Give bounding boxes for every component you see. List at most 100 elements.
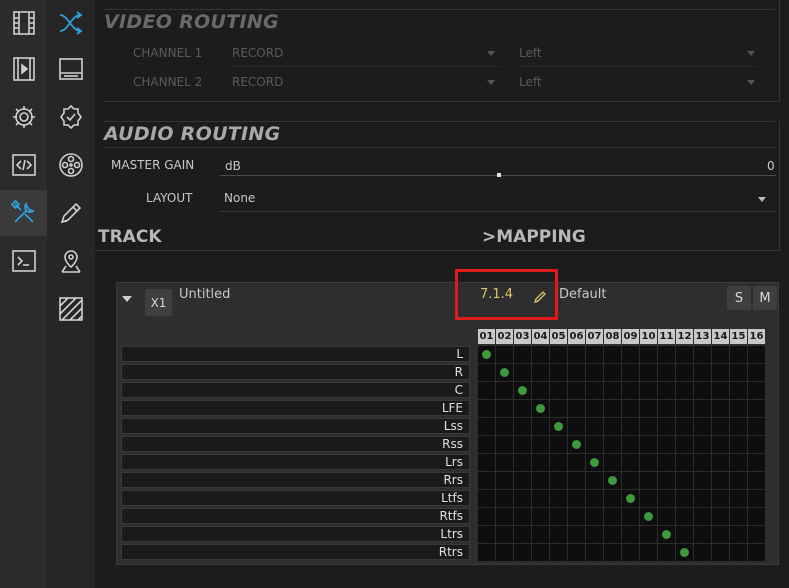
mapping-dot[interactable] bbox=[644, 512, 653, 521]
chevron-down-icon[interactable] bbox=[758, 197, 766, 202]
mapping-cell[interactable] bbox=[640, 364, 658, 382]
mapping-cell[interactable] bbox=[550, 382, 568, 400]
mapping-cell[interactable] bbox=[730, 346, 748, 364]
mapping-cell[interactable] bbox=[640, 472, 658, 490]
solo-button[interactable]: S bbox=[727, 286, 751, 310]
mapping-cell[interactable] bbox=[568, 508, 586, 526]
hatch-icon[interactable] bbox=[47, 286, 95, 332]
mapping-cell[interactable] bbox=[532, 418, 550, 436]
mapping-cell[interactable] bbox=[694, 454, 712, 472]
mapping-cell[interactable] bbox=[658, 400, 676, 418]
mapping-cell[interactable] bbox=[712, 436, 730, 454]
mapping-cell[interactable] bbox=[712, 508, 730, 526]
mapping-cell[interactable] bbox=[586, 346, 604, 364]
slider-handle[interactable] bbox=[497, 173, 501, 177]
mapping-cell[interactable] bbox=[694, 436, 712, 454]
channel-1-side-select[interactable]: Left bbox=[519, 46, 542, 60]
mapping-cell[interactable] bbox=[676, 400, 694, 418]
mapping-cell[interactable] bbox=[694, 364, 712, 382]
mapping-cell[interactable] bbox=[712, 346, 730, 364]
pen-icon[interactable] bbox=[47, 190, 95, 236]
track-name[interactable]: Untitled bbox=[179, 287, 230, 302]
mapping-cell[interactable] bbox=[532, 364, 550, 382]
mapping-cell[interactable] bbox=[730, 490, 748, 508]
mapping-cell[interactable] bbox=[676, 472, 694, 490]
mapping-cell[interactable] bbox=[568, 382, 586, 400]
mapping-cell[interactable] bbox=[568, 364, 586, 382]
mapping-cell[interactable] bbox=[676, 454, 694, 472]
mapping-cell[interactable] bbox=[658, 544, 676, 562]
mapping-cell[interactable] bbox=[550, 454, 568, 472]
mapping-cell[interactable] bbox=[730, 526, 748, 544]
mapping-cell[interactable] bbox=[748, 490, 766, 508]
mapping-dot[interactable] bbox=[482, 350, 491, 359]
mapping-cell[interactable] bbox=[604, 436, 622, 454]
mapping-cell[interactable] bbox=[622, 418, 640, 436]
terminal-icon[interactable] bbox=[0, 238, 47, 284]
mapping-cell[interactable] bbox=[550, 508, 568, 526]
track-preset[interactable]: Default bbox=[559, 287, 607, 302]
mapping-cell[interactable] bbox=[604, 418, 622, 436]
mapping-cell[interactable] bbox=[730, 400, 748, 418]
film-strip-icon[interactable] bbox=[0, 0, 47, 46]
mapping-cell[interactable] bbox=[748, 454, 766, 472]
mapping-cell[interactable] bbox=[748, 472, 766, 490]
mapping-cell[interactable] bbox=[532, 436, 550, 454]
mapping-cell[interactable] bbox=[622, 346, 640, 364]
mapping-cell[interactable] bbox=[622, 436, 640, 454]
mapping-cell[interactable] bbox=[478, 400, 496, 418]
mapping-cell[interactable] bbox=[496, 382, 514, 400]
mapping-cell[interactable] bbox=[622, 364, 640, 382]
mapping-cell[interactable] bbox=[604, 400, 622, 418]
mapping-cell[interactable] bbox=[532, 544, 550, 562]
video-play-icon[interactable] bbox=[0, 46, 47, 92]
mapping-cell[interactable] bbox=[658, 418, 676, 436]
mapping-cell[interactable] bbox=[586, 400, 604, 418]
mapping-cell[interactable] bbox=[550, 472, 568, 490]
map-pin-icon[interactable] bbox=[47, 238, 95, 284]
mapping-cell[interactable] bbox=[622, 526, 640, 544]
mapping-cell[interactable] bbox=[676, 346, 694, 364]
mapping-cell[interactable] bbox=[586, 436, 604, 454]
mapping-dot[interactable] bbox=[536, 404, 545, 413]
mapping-cell[interactable] bbox=[514, 544, 532, 562]
mapping-cell[interactable] bbox=[712, 490, 730, 508]
mapping-cell[interactable] bbox=[514, 526, 532, 544]
mapping-cell[interactable] bbox=[586, 472, 604, 490]
mapping-cell[interactable] bbox=[748, 346, 766, 364]
mapping-cell[interactable] bbox=[730, 382, 748, 400]
mapping-cell[interactable] bbox=[478, 364, 496, 382]
mapping-cell[interactable] bbox=[748, 526, 766, 544]
mapping-cell[interactable] bbox=[568, 490, 586, 508]
mapping-cell[interactable] bbox=[676, 526, 694, 544]
mapping-cell[interactable] bbox=[478, 382, 496, 400]
mapping-cell[interactable] bbox=[748, 382, 766, 400]
mapping-cell[interactable] bbox=[658, 382, 676, 400]
mapping-cell[interactable] bbox=[568, 418, 586, 436]
mapping-cell[interactable] bbox=[514, 508, 532, 526]
mapping-cell[interactable] bbox=[604, 382, 622, 400]
mapping-cell[interactable] bbox=[604, 544, 622, 562]
mapping-cell[interactable] bbox=[676, 490, 694, 508]
mapping-cell[interactable] bbox=[640, 418, 658, 436]
mapping-cell[interactable] bbox=[604, 526, 622, 544]
mapping-dot[interactable] bbox=[662, 530, 671, 539]
mapping-cell[interactable] bbox=[568, 454, 586, 472]
mapping-cell[interactable] bbox=[550, 400, 568, 418]
mapping-cell[interactable] bbox=[550, 526, 568, 544]
mapping-cell[interactable] bbox=[514, 400, 532, 418]
mapping-cell[interactable] bbox=[622, 454, 640, 472]
mapping-cell[interactable] bbox=[676, 364, 694, 382]
mapping-cell[interactable] bbox=[622, 472, 640, 490]
channel-1-source-select[interactable]: RECORD bbox=[232, 46, 283, 60]
mapping-cell[interactable] bbox=[532, 526, 550, 544]
mapping-cell[interactable] bbox=[730, 454, 748, 472]
mapping-cell[interactable] bbox=[640, 454, 658, 472]
mapping-cell[interactable] bbox=[478, 472, 496, 490]
mapping-cell[interactable] bbox=[532, 508, 550, 526]
mapping-dot[interactable] bbox=[680, 548, 689, 557]
mapping-cell[interactable] bbox=[712, 544, 730, 562]
mapping-cell[interactable] bbox=[604, 490, 622, 508]
mapping-cell[interactable] bbox=[730, 508, 748, 526]
mapping-cell[interactable] bbox=[478, 418, 496, 436]
